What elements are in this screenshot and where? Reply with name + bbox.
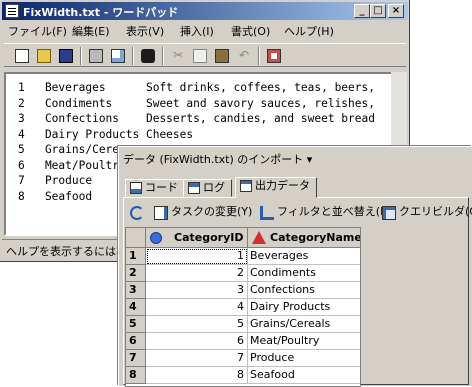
cell-categoryname[interactable]: Condiments — [248, 265, 360, 282]
import-tabs: コード ログ 出力データ — [123, 177, 469, 198]
undo-icon[interactable]: ↶ — [234, 46, 254, 66]
refresh-icon[interactable] — [129, 204, 145, 222]
cell-categoryname[interactable]: Dairy Products — [248, 299, 360, 316]
tab-code[interactable]: コード — [125, 179, 185, 197]
cell-categoryid[interactable]: 8 — [146, 367, 248, 384]
cell-categoryid[interactable]: 4 — [146, 299, 248, 316]
find-binoculars-icon[interactable] — [138, 46, 158, 66]
cell-categoryid[interactable]: 7 — [146, 350, 248, 367]
cell-categoryname[interactable]: Meat/Poultry — [248, 333, 360, 350]
menu-help[interactable]: ヘルプ(H) — [284, 23, 334, 39]
code-icon — [130, 182, 142, 194]
wordpad-menu-bar: ファイル(F) 編集(E) 表示(V) 挿入(I) 書式(O) ヘルプ(H) — [2, 21, 408, 39]
row-header[interactable]: 2 — [126, 265, 146, 282]
filter-sort-label: フィルタと並べ替え(L) — [277, 205, 391, 218]
import-window: データ (FixWidth.txt) のインポート ▾ コード ログ 出力データ… — [118, 146, 472, 387]
cell-categoryid[interactable]: 1 — [146, 248, 248, 265]
copy-icon[interactable] — [190, 46, 210, 66]
row-header[interactable]: 3 — [126, 282, 146, 299]
grid-corner[interactable] — [126, 228, 146, 248]
numeric-column-icon — [150, 232, 162, 244]
output-toolbar: タスクの変更(Y) フィルタと並べ替え(L) クエリビルダ(Q) — [123, 203, 472, 223]
open-folder-icon[interactable] — [34, 46, 54, 66]
column-header-label: CategoryName — [270, 231, 361, 244]
wordpad-title: FixWidth.txt - ワードパッド — [23, 6, 179, 19]
menu-file[interactable]: ファイル(F) — [8, 23, 67, 39]
table-icon — [240, 180, 252, 192]
menu-insert[interactable]: 挿入(I) — [180, 23, 214, 39]
maximize-button[interactable]: □ — [370, 4, 386, 18]
new-document-icon[interactable] — [12, 46, 32, 66]
cell-categoryid[interactable]: 6 — [146, 333, 248, 350]
cell-categoryname[interactable]: Beverages — [248, 248, 360, 265]
tab-code-label: コード — [145, 181, 178, 194]
row-header[interactable]: 4 — [126, 299, 146, 316]
output-data-grid[interactable]: CategoryID CategoryName 1 1 Beverages 2 2 Con… — [125, 227, 361, 387]
query-builder-button[interactable]: クエリビルダ(Q) — [381, 204, 472, 222]
menu-edit[interactable]: 編集(E) — [72, 23, 110, 39]
cell-categoryname[interactable]: Produce — [248, 350, 360, 367]
tab-log[interactable]: ログ — [183, 179, 232, 197]
change-task-label: タスクの変更(Y) — [171, 205, 253, 218]
menu-view[interactable]: 表示(V) — [126, 23, 164, 39]
log-icon — [188, 182, 200, 194]
column-header-label: CategoryID — [174, 231, 244, 244]
cell-categoryid[interactable]: 2 — [146, 265, 248, 282]
close-button[interactable]: × — [388, 4, 404, 18]
row-header[interactable]: 1 — [126, 248, 146, 265]
cell-categoryname[interactable]: Confections — [248, 282, 360, 299]
column-header-categoryid[interactable]: CategoryID — [146, 228, 248, 248]
status-text: ヘルプを表示するには、F — [6, 245, 134, 258]
row-header[interactable]: 6 — [126, 333, 146, 350]
tab-output-data[interactable]: 出力データ — [235, 177, 317, 198]
change-task-button[interactable]: タスクの変更(Y) — [153, 204, 252, 222]
menu-format[interactable]: 書式(O) — [231, 23, 270, 39]
query-builder-icon — [382, 206, 396, 220]
cut-icon[interactable]: ✂ — [168, 46, 188, 66]
wordpad-title-bar[interactable]: FixWidth.txt - ワードパッド _ □ × — [2, 2, 408, 20]
filter-sort-icon — [260, 206, 274, 220]
filter-sort-button[interactable]: フィルタと並べ替え(L) — [259, 204, 391, 222]
change-task-icon — [154, 206, 168, 220]
cell-categoryname[interactable]: Grains/Cereals — [248, 316, 360, 333]
save-disk-icon[interactable] — [56, 46, 76, 66]
tab-output-label: 出力データ — [255, 179, 310, 192]
column-header-categoryname[interactable]: CategoryName — [248, 228, 361, 248]
row-header[interactable]: 7 — [126, 350, 146, 367]
query-builder-label: クエリビルダ(Q) — [399, 205, 472, 218]
import-window-title[interactable]: データ (FixWidth.txt) のインポート ▾ — [123, 151, 312, 167]
row-header[interactable]: 8 — [126, 367, 146, 384]
cell-categoryid[interactable]: 5 — [146, 316, 248, 333]
paste-icon[interactable] — [212, 46, 232, 66]
print-icon[interactable] — [86, 46, 106, 66]
print-preview-icon[interactable] — [108, 46, 128, 66]
row-header[interactable]: 5 — [126, 316, 146, 333]
tab-log-label: ログ — [203, 181, 225, 194]
wordpad-app-icon[interactable] — [5, 4, 19, 18]
minimize-button[interactable]: _ — [354, 4, 370, 18]
character-column-icon — [252, 231, 266, 244]
cell-categoryname[interactable]: Seafood — [248, 367, 360, 384]
wordpad-toolbar: ✂ ↶ — [4, 43, 406, 67]
cell-categoryid[interactable]: 3 — [146, 282, 248, 299]
insert-datetime-icon[interactable] — [264, 46, 284, 66]
